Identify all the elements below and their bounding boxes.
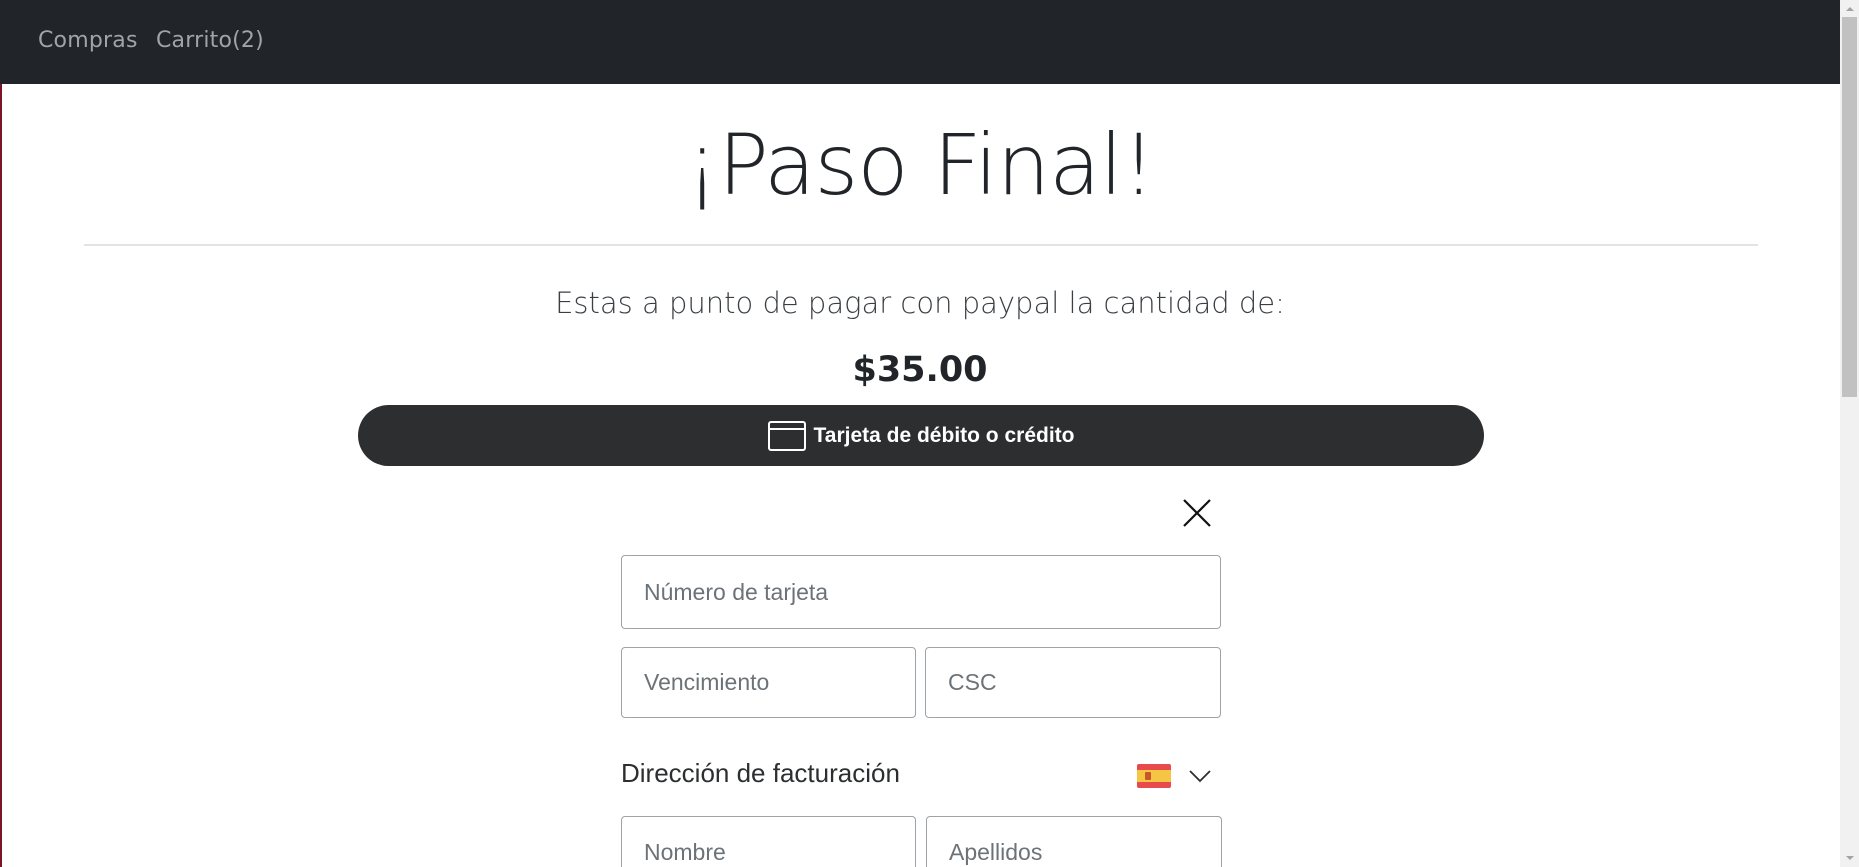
debit-credit-card-button[interactable]: Tarjeta de débito o crédito: [358, 405, 1484, 466]
csc-input[interactable]: [925, 647, 1221, 718]
last-name-input[interactable]: [926, 816, 1222, 867]
payment-subtitle: Estas a punto de pagar con paypal la can…: [555, 286, 1285, 320]
country-select[interactable]: [1132, 758, 1216, 798]
nav-link-compras[interactable]: Compras: [38, 28, 138, 53]
scroll-thumb[interactable]: [1842, 17, 1857, 397]
first-name-input[interactable]: [621, 816, 916, 867]
card-button-label: Tarjeta de débito o crédito: [813, 423, 1075, 447]
payment-amount: $35.00: [852, 350, 988, 390]
expiry-input[interactable]: [621, 647, 916, 718]
card-number-input[interactable]: [621, 555, 1221, 629]
page: Compras Carrito(2) ¡Paso Final! Estas a …: [0, 0, 1859, 867]
billing-address-heading: Dirección de facturación: [621, 758, 900, 788]
navbar: Compras Carrito(2): [0, 0, 1840, 84]
chevron-down-icon: [1189, 770, 1211, 783]
scroll-down-arrow[interactable]: [1840, 850, 1859, 867]
credit-card-icon: [767, 420, 806, 451]
nav-link-carrito[interactable]: Carrito(2): [156, 28, 264, 53]
page-title: ¡Paso Final!: [685, 116, 1155, 214]
vertical-scrollbar[interactable]: [1840, 0, 1859, 867]
divider: [84, 244, 1758, 246]
spain-flag-icon: [1137, 764, 1171, 788]
close-icon[interactable]: [1180, 496, 1214, 530]
scroll-up-arrow[interactable]: [1840, 0, 1859, 17]
